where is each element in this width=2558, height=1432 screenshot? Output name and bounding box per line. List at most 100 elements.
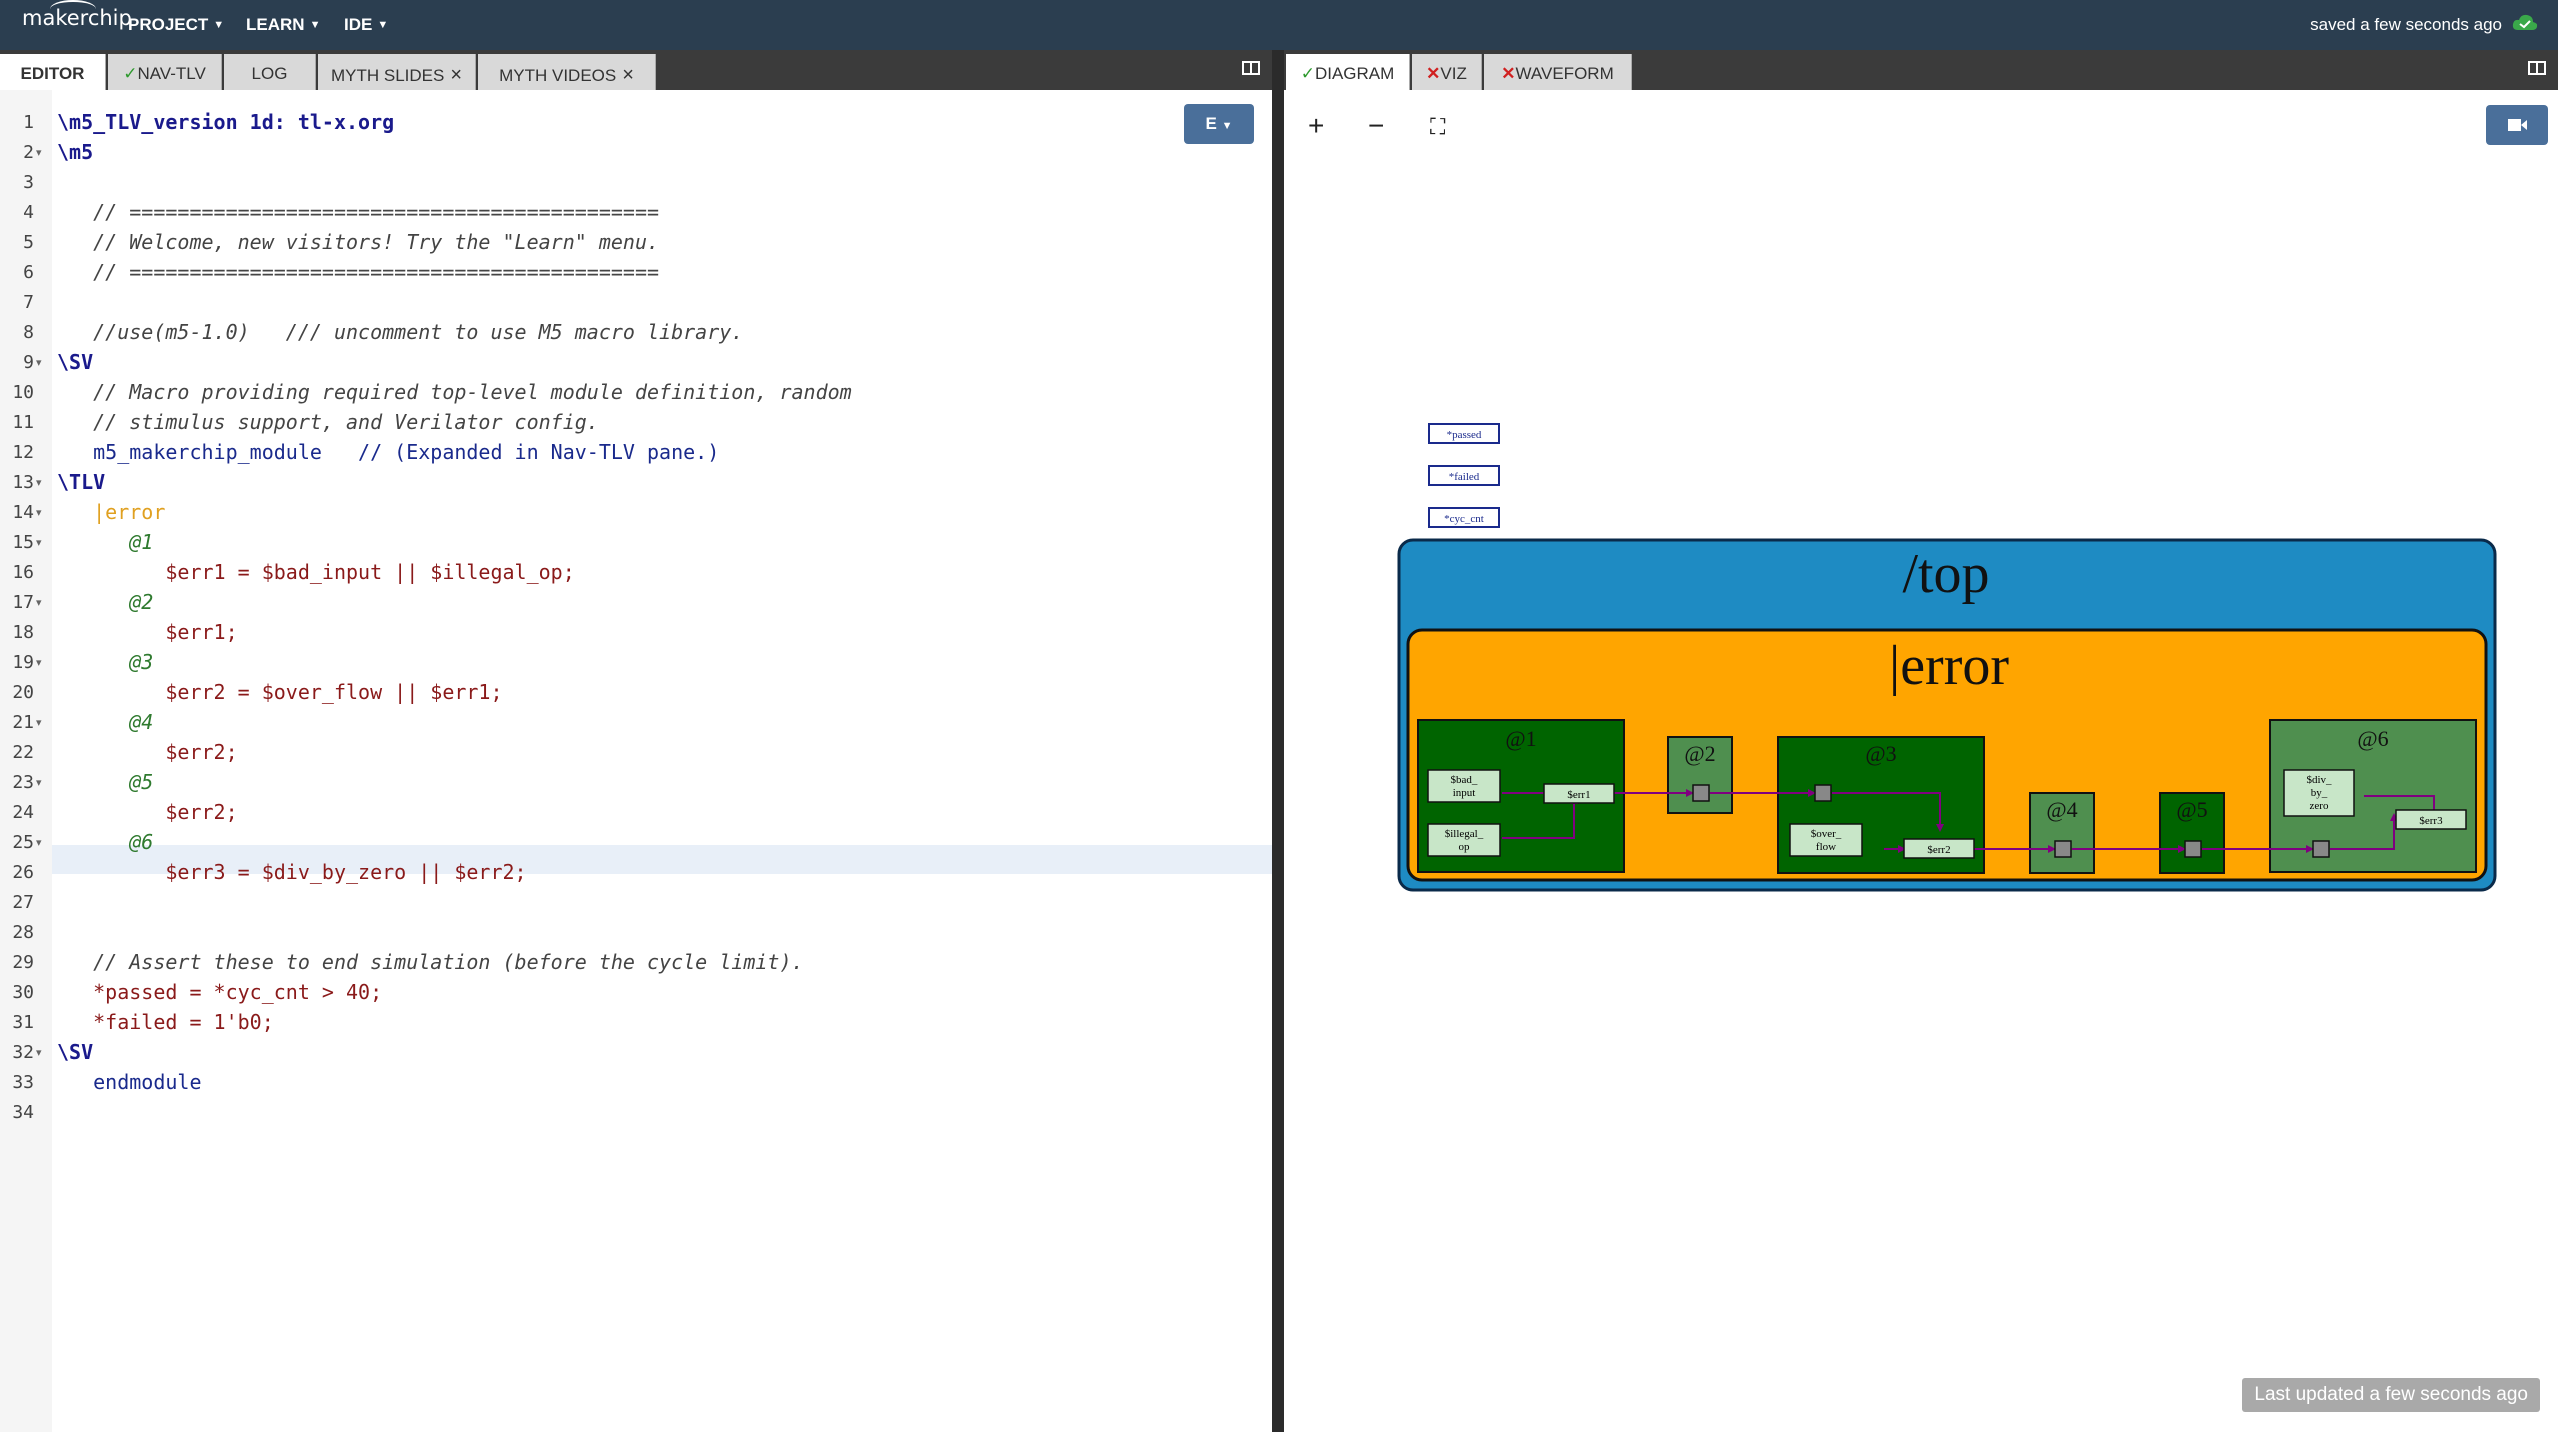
code-line[interactable]: // Welcome, new visitors! Try the "Learn… (57, 230, 659, 254)
code-line[interactable]: @4 (57, 710, 153, 734)
code-line[interactable]: // Macro providing required top-level mo… (57, 380, 852, 404)
fold-caret-icon[interactable]: ▾ (36, 356, 42, 369)
line-number: 5 (23, 232, 34, 253)
editor-tab-bar: EDITOR ✓NAV-TLV LOG MYTH SLIDES × MYTH VI… (0, 50, 1272, 90)
tab-log[interactable]: LOG (224, 54, 316, 90)
code-line[interactable]: @3 (57, 650, 153, 674)
line-number: 4 (23, 202, 34, 223)
code-line[interactable]: @5 (57, 770, 153, 794)
split-pane-icon[interactable] (1242, 61, 1260, 75)
tab-viz[interactable]: ✕VIZ (1412, 54, 1482, 90)
diagram-tab-bar: ✓DIAGRAM ✕VIZ ✕WAVEFORM (1284, 50, 2558, 90)
code-line[interactable]: m5_makerchip_module // (Expanded in Nav-… (57, 440, 719, 464)
svg-text:@1: @1 (1505, 726, 1536, 751)
tab-editor[interactable]: EDITOR (0, 54, 106, 90)
signal-cyc-cnt[interactable]: *cyc_cnt (1428, 507, 1500, 528)
node-illegal-op[interactable]: $illegal_ op (1427, 823, 1501, 857)
fold-caret-icon[interactable]: ▾ (36, 716, 42, 729)
code-line[interactable]: // =====================================… (57, 200, 659, 224)
code-line[interactable]: $err2; (57, 740, 237, 764)
tab-diagram[interactable]: ✓DIAGRAM (1286, 54, 1410, 90)
code-line[interactable]: $err1; (57, 620, 237, 644)
code-line[interactable]: @2 (57, 590, 153, 614)
fold-caret-icon[interactable]: ▾ (36, 776, 42, 789)
split-pane-icon[interactable] (2528, 61, 2546, 75)
line-number: 14 (12, 502, 34, 523)
svg-text:@2: @2 (1684, 741, 1715, 766)
line-number: 33 (12, 1072, 34, 1093)
code-line[interactable]: @1 (57, 530, 153, 554)
code-editor[interactable]: 1 2 ▾ 3 4 5 6 7 8 9 ▾ 10 11 12 13 ▾ 14 ▾ 15 ▾ 16 17 ▾ 18 19 ▾ 20 21… (0, 90, 1272, 1432)
check-icon: ✓ (1300, 64, 1315, 83)
line-number: 22 (12, 742, 34, 763)
fold-caret-icon[interactable]: ▾ (36, 596, 42, 609)
stage-4[interactable]: @4 (2029, 792, 2095, 874)
line-number: 12 (12, 442, 34, 463)
node-over-flow[interactable]: $over_ flow (1789, 823, 1863, 857)
code-line[interactable]: $err3 = $div_by_zero || $err2; (57, 860, 526, 884)
logo[interactable]: makerchip (22, 6, 132, 30)
line-number: 17 (12, 592, 34, 613)
close-icon[interactable]: × (622, 64, 634, 86)
code-line[interactable]: \m5 (57, 140, 93, 164)
code-line[interactable]: // Assert these to end simulation (befor… (57, 950, 803, 974)
pane-divider[interactable] (1272, 50, 1284, 1432)
code-line[interactable]: \SV (57, 350, 93, 374)
node-err3[interactable]: $err3 (2395, 809, 2467, 830)
code-line[interactable]: |error (57, 500, 165, 524)
code-line[interactable]: endmodule (57, 1070, 201, 1094)
cloud-saved-icon (2512, 14, 2538, 30)
svg-text:*passed: *passed (1447, 429, 1482, 441)
tab-nav-tlv[interactable]: ✓NAV-TLV (108, 54, 222, 90)
tab-myth-slides[interactable]: MYTH SLIDES × (318, 54, 476, 90)
node-bad-input[interactable]: $bad_ input (1427, 769, 1501, 803)
code-line[interactable]: $err1 = $bad_input || $illegal_op; (57, 560, 574, 584)
signal-failed[interactable]: *failed (1428, 465, 1500, 486)
stage-5[interactable]: @5 (2159, 792, 2225, 874)
fold-caret-icon[interactable]: ▾ (36, 656, 42, 669)
code-line[interactable]: *passed = *cyc_cnt > 40; (57, 980, 382, 1004)
fold-caret-icon[interactable]: ▾ (36, 146, 42, 159)
last-updated-badge: Last updated a few seconds ago (2242, 1378, 2540, 1412)
pipeline-diagram[interactable]: *passed *failed *cyc_cnt /top |error @1 (1284, 90, 2558, 1432)
line-number: 15 (12, 532, 34, 553)
line-number: 21 (12, 712, 34, 733)
caret-down-icon: ▼ (1221, 120, 1233, 132)
code-line[interactable]: @6 (57, 830, 153, 854)
code-line[interactable]: *failed = 1'b0; (57, 1010, 274, 1034)
code-line[interactable]: \TLV (57, 470, 105, 494)
code-line[interactable]: \m5_TLV_version 1d: tl-x.org (57, 110, 394, 134)
fold-caret-icon[interactable]: ▾ (36, 506, 42, 519)
code-line[interactable]: $err2; (57, 800, 237, 824)
svg-text:by_: by_ (2311, 787, 2328, 799)
fold-caret-icon[interactable]: ▾ (36, 1046, 42, 1059)
caret-down-icon: ▼ (309, 19, 321, 31)
fold-caret-icon[interactable]: ▾ (36, 476, 42, 489)
tab-waveform[interactable]: ✕WAVEFORM (1484, 54, 1632, 90)
tab-myth-videos[interactable]: MYTH VIDEOS × (478, 54, 656, 90)
fold-caret-icon[interactable]: ▾ (36, 836, 42, 849)
code-line[interactable]: $err2 = $over_flow || $err1; (57, 680, 502, 704)
menu-ide[interactable]: IDE ▼ (344, 15, 388, 35)
signal-passed[interactable]: *passed (1428, 423, 1500, 444)
line-number: 13 (12, 472, 34, 493)
node-div-by-zero[interactable]: $div_ by_ zero (2283, 769, 2355, 817)
node-err2[interactable]: $err2 (1903, 838, 1975, 859)
code-line[interactable]: // =====================================… (57, 260, 659, 284)
code-line[interactable]: //use(m5-1.0) /// uncomment to use M5 ma… (57, 320, 743, 344)
svg-text:op: op (1459, 841, 1471, 853)
svg-text:zero: zero (2310, 800, 2329, 812)
svg-text:$over_: $over_ (1811, 828, 1842, 840)
menu-learn[interactable]: LEARN ▼ (246, 15, 320, 35)
code-line[interactable]: // stimulus support, and Verilator confi… (57, 410, 599, 434)
svg-text:$bad_: $bad_ (1451, 774, 1478, 786)
code-line[interactable]: \SV (57, 1040, 93, 1064)
close-icon[interactable]: × (450, 64, 462, 86)
fold-caret-icon[interactable]: ▾ (36, 536, 42, 549)
line-number: 1 (23, 112, 34, 133)
node-err1[interactable]: $err1 (1543, 783, 1615, 804)
caret-down-icon: ▼ (377, 19, 389, 31)
editor-mode-button[interactable]: E ▼ (1184, 104, 1254, 144)
menu-project[interactable]: PROJECT ▼ (128, 15, 224, 35)
svg-text:$div_: $div_ (2306, 774, 2332, 786)
